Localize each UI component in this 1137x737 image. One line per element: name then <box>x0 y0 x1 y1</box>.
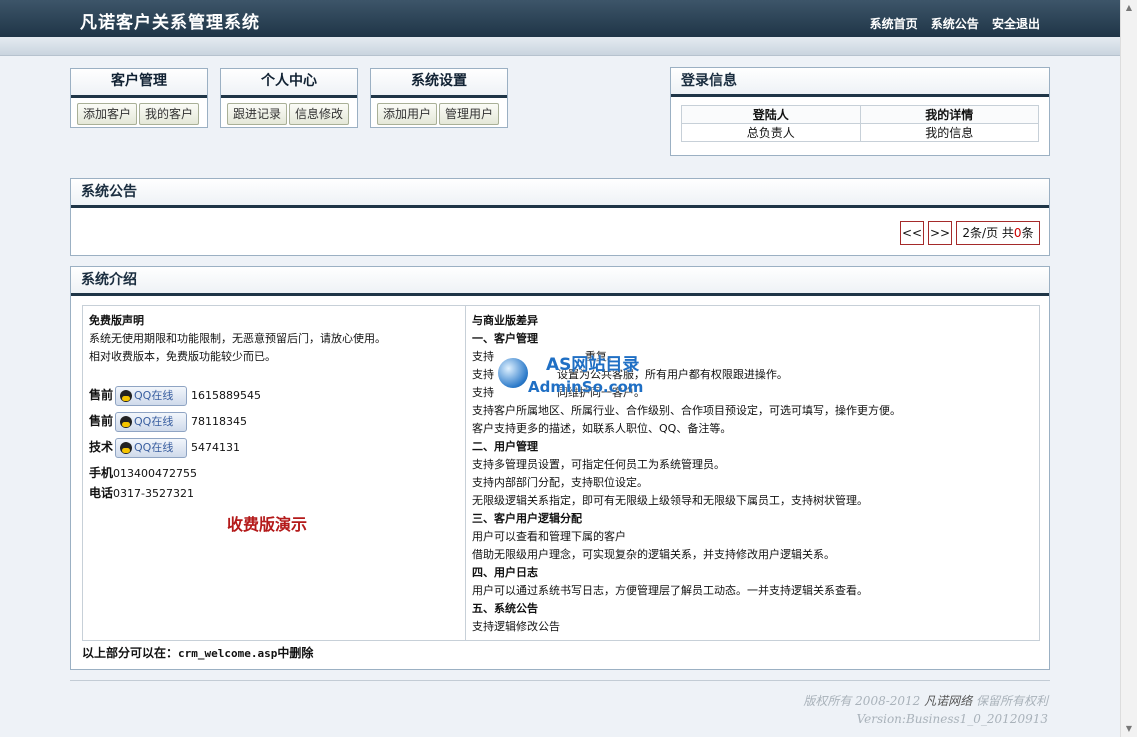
watermark-top-text: AS网站目录 <box>546 355 640 375</box>
contact-label: 售前 <box>89 388 114 402</box>
followup-records-button[interactable]: 跟进记录 <box>227 103 288 125</box>
version-text: Version:Business1_0_20120913 <box>856 712 1048 726</box>
page-info-unit: 条 <box>1021 226 1034 240</box>
notice-panel: 系统公告 << >> 2条/页 共0条 <box>70 178 1050 256</box>
page: 凡诺客户关系管理系统 系统首页 系统公告 安全退出 客户管理 添加客户 我的客户 … <box>0 0 1120 737</box>
diff-line: 三、客户用户逻辑分配 <box>472 512 582 525</box>
next-page-button[interactable]: >> <box>928 221 952 245</box>
menu-personal: 个人中心 跟进记录 信息修改 <box>220 68 358 128</box>
qq-online-button[interactable]: QQ在线 <box>115 386 188 406</box>
free-version-column: 免费版声明 系统无使用期限和功能限制，无恶意预留后门，请放心使用。 相对收费版本… <box>83 306 466 640</box>
qq-online-label: QQ在线 <box>134 389 174 402</box>
scroll-down-icon[interactable]: ▼ <box>1123 723 1135 735</box>
diff-line: 借助无限级用户理念，可实现复杂的逻辑关系，并支持修改用户逻辑关系。 <box>472 548 835 561</box>
menu-settings-title: 系统设置 <box>371 69 507 98</box>
diff-line: 支持内部部门分配，支持职位设定。 <box>472 476 648 489</box>
add-customer-button[interactable]: 添加客户 <box>77 103 138 125</box>
login-info-title: 登录信息 <box>671 68 1049 97</box>
nav-notice-link[interactable]: 系统公告 <box>931 17 979 31</box>
page-info: 2条/页 共0条 <box>956 221 1040 245</box>
header-subbar <box>0 37 1120 56</box>
app-title: 凡诺客户关系管理系统 <box>80 13 260 33</box>
intro-panel: 系统介绍 免费版声明 系统无使用期限和功能限制，无恶意预留后门，请放心使用。 相… <box>70 266 1050 670</box>
qq-penguin-icon <box>120 416 133 428</box>
login-user-value: 总负责人 <box>681 123 861 142</box>
watermark-bottom-text: AdminSo.com <box>528 378 644 396</box>
nav-logout-link[interactable]: 安全退出 <box>992 17 1040 31</box>
qq-penguin-icon <box>120 390 133 402</box>
qq-online-label: QQ在线 <box>134 441 174 454</box>
diff-line: 支持逻辑修改公告 <box>472 620 560 633</box>
contact-presales-1: 售前 QQ在线 1615889545 <box>89 386 261 406</box>
qq-number: 5474131 <box>191 441 241 454</box>
diff-line: 无限级逻辑关系指定，即可有无限级上级领导和无限级下属员工，支持树状管理。 <box>472 494 868 507</box>
note-prefix: 以上部分可以在： <box>82 646 179 660</box>
free-version-title: 免费版声明 <box>89 314 144 327</box>
edit-info-button[interactable]: 信息修改 <box>289 103 350 125</box>
contact-tech: 技术 QQ在线 5474131 <box>89 438 240 458</box>
my-customers-button[interactable]: 我的客户 <box>139 103 200 125</box>
login-header-detail: 我的详情 <box>859 105 1039 124</box>
diff-line: 用户可以通过系统书写日志，方便管理层了解员工动态。一并支持逻辑关系查看。 <box>472 584 868 597</box>
menu-settings: 系统设置 添加用户 管理用户 <box>370 68 508 128</box>
mobile-number: 013400472755 <box>113 467 197 480</box>
vertical-scrollbar[interactable]: ▲ ▼ <box>1120 0 1137 737</box>
qq-number: 1615889545 <box>191 389 262 402</box>
adminso-watermark: AS网站目录 AdminSo.com <box>498 340 648 400</box>
contact-presales-2: 售前 QQ在线 78118345 <box>89 412 247 432</box>
my-info-link[interactable]: 我的信息 <box>859 123 1039 142</box>
nav-home-link[interactable]: 系统首页 <box>870 17 918 31</box>
contact-label: 售前 <box>89 414 114 428</box>
menu-customer: 客户管理 添加客户 我的客户 <box>70 68 208 128</box>
company-name: 凡诺网络 <box>924 694 973 708</box>
qq-penguin-icon <box>120 442 133 454</box>
diff-line: 支持客户所属地区、所属行业、合作级别、合作项目预设定，可选可填写，操作更方便。 <box>472 404 901 417</box>
note-file: crm_welcome.asp <box>178 647 278 660</box>
page-info-prefix: 2条/页 共 <box>962 226 1014 240</box>
top-nav: 系统首页 系统公告 安全退出 <box>861 15 1040 32</box>
qq-online-label: QQ在线 <box>134 415 174 428</box>
menu-customer-title: 客户管理 <box>71 69 207 98</box>
page-info-count: 0 <box>1013 226 1022 240</box>
login-info-panel: 登录信息 登陆人 我的详情 总负责人 我的信息 <box>670 67 1050 156</box>
phone-number: 0317-3527321 <box>113 487 194 500</box>
diff-line: 用户可以查看和管理下属的客户 <box>472 530 626 543</box>
contact-phone: 电话0317-3527321 <box>89 484 194 501</box>
free-version-line: 相对收费版本，免费版功能较少而已。 <box>89 350 276 363</box>
globe-icon <box>498 358 528 388</box>
diff-line: 五、系统公告 <box>472 602 538 615</box>
rights-text: 保留所有权利 <box>975 694 1048 708</box>
qq-online-button[interactable]: QQ在线 <box>115 438 188 458</box>
footer: 版权所有 2008-2012 凡诺网络 保留所有权利 Version:Busin… <box>803 692 1048 728</box>
diff-title: 与商业版差异 <box>472 314 538 327</box>
scroll-up-icon[interactable]: ▲ <box>1123 2 1135 14</box>
notice-title: 系统公告 <box>71 179 1049 208</box>
contact-mobile: 手机013400472755 <box>89 464 197 481</box>
login-header-user: 登陆人 <box>681 105 861 124</box>
delete-note: 以上部分可以在：crm_welcome.asp中删除 <box>82 644 313 661</box>
header-bar: 凡诺客户关系管理系统 系统首页 系统公告 安全退出 <box>0 0 1120 37</box>
free-version-line: 系统无使用期限和功能限制，无恶意预留后门，请放心使用。 <box>89 332 386 345</box>
diff-line: 四、用户日志 <box>472 566 538 579</box>
paid-demo-link[interactable]: 收费版演示 <box>227 511 307 535</box>
add-user-button[interactable]: 添加用户 <box>377 103 438 125</box>
copyright-text: 版权所有 2008-2012 <box>803 694 921 708</box>
note-suffix: 中删除 <box>277 646 314 660</box>
mobile-label: 手机 <box>89 466 114 480</box>
phone-label: 电话 <box>89 486 114 500</box>
diff-line: 支持多管理员设置，可指定任何员工为系统管理员。 <box>472 458 725 471</box>
contact-label: 技术 <box>89 440 114 454</box>
login-info-table: 登陆人 我的详情 总负责人 我的信息 <box>681 105 1039 142</box>
manage-users-button[interactable]: 管理用户 <box>439 103 500 125</box>
diff-line: 二、用户管理 <box>472 440 538 453</box>
footer-divider <box>70 680 1050 681</box>
qq-number: 78118345 <box>191 415 248 428</box>
prev-page-button[interactable]: << <box>900 221 924 245</box>
intro-title: 系统介绍 <box>71 267 1049 296</box>
qq-online-button[interactable]: QQ在线 <box>115 412 188 432</box>
diff-line: 客户支持更多的描述，如联系人职位、QQ、备注等。 <box>472 422 732 435</box>
menu-personal-title: 个人中心 <box>221 69 357 98</box>
